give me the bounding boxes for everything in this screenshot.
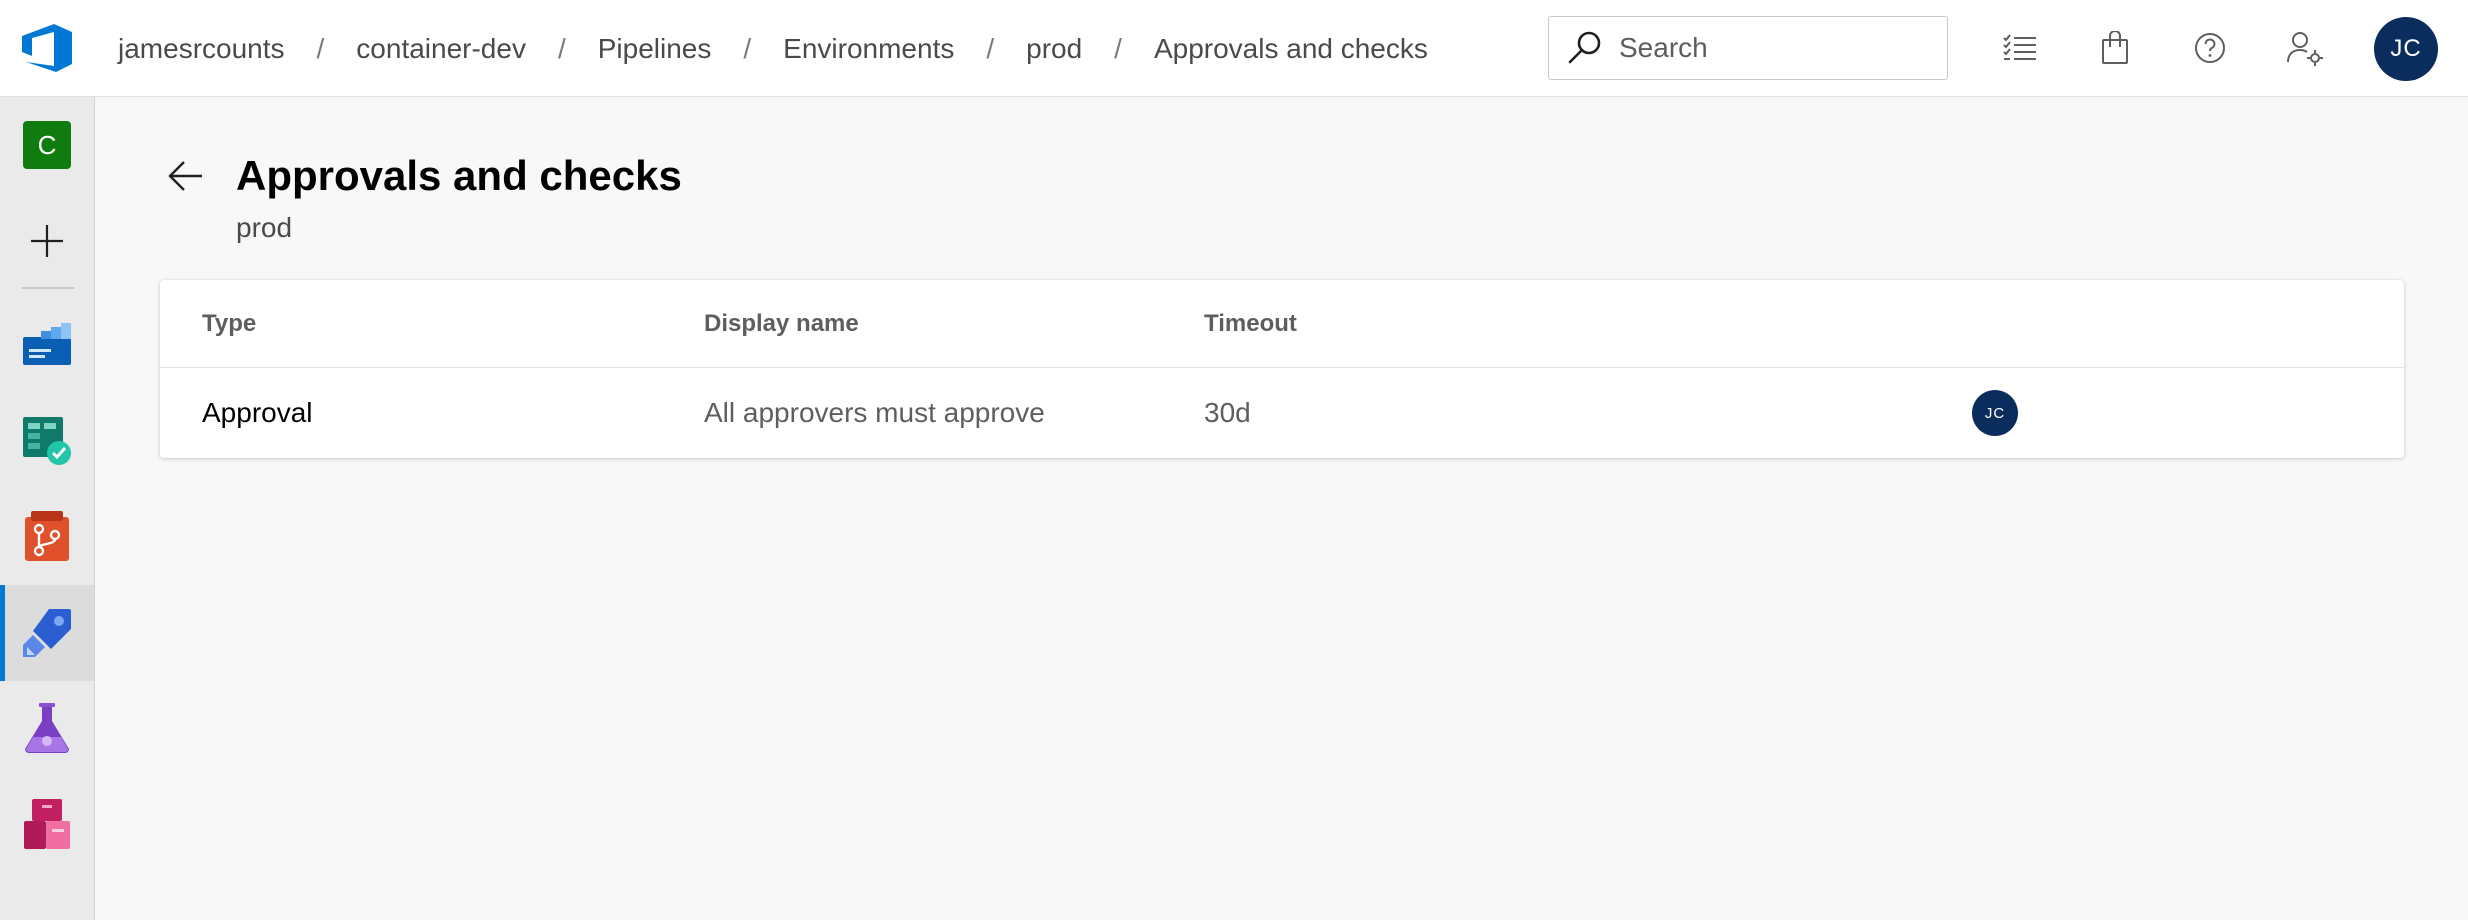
breadcrumb-separator: /: [986, 32, 995, 64]
repos-icon: [25, 511, 69, 561]
test-plans-icon: [25, 703, 69, 753]
user-settings-icon[interactable]: [2283, 26, 2327, 70]
breadcrumb-environment-prod[interactable]: prod: [1026, 33, 1082, 65]
sidebar-item-pipelines[interactable]: [0, 585, 94, 681]
page-title: Approvals and checks: [236, 152, 682, 199]
help-icon[interactable]: [2188, 26, 2232, 70]
back-arrow-icon[interactable]: [166, 156, 206, 196]
user-avatar[interactable]: JC: [2374, 17, 2438, 81]
search-input[interactable]: [1619, 32, 1919, 64]
breadcrumb-separator: /: [557, 32, 566, 64]
checks-table: Type Display name Timeout Approval All a…: [160, 280, 2404, 458]
azure-devops-logo-icon[interactable]: [20, 22, 74, 74]
table-header: Type Display name Timeout: [160, 280, 2404, 368]
column-header-timeout: Timeout: [1204, 310, 1297, 337]
top-bar: jamesrcounts / container-dev / Pipelines…: [0, 0, 2468, 97]
project-badge-icon: C: [23, 121, 71, 169]
sidebar-item-project[interactable]: C: [0, 97, 94, 193]
check-type: Approval: [202, 397, 313, 428]
check-timeout: 30d: [1204, 397, 1251, 428]
breadcrumb-separator: /: [316, 32, 325, 64]
search-icon: [1568, 31, 1601, 64]
breadcrumb-environments[interactable]: Environments: [783, 33, 954, 65]
column-header-display-name: Display name: [704, 310, 859, 337]
breadcrumb-pipelines[interactable]: Pipelines: [598, 33, 712, 65]
sidebar-item-overview[interactable]: [0, 297, 94, 393]
breadcrumb-current-page[interactable]: Approvals and checks: [1154, 33, 1428, 65]
sidebar-divider: [22, 287, 74, 289]
sidebar-item-repos[interactable]: [0, 489, 94, 585]
column-header-type: Type: [202, 310, 257, 337]
overview-icon: [23, 323, 71, 365]
artifacts-icon: [24, 799, 70, 849]
sidebar-item-artifacts[interactable]: [0, 777, 94, 873]
marketplace-bag-icon[interactable]: [2093, 26, 2137, 70]
breadcrumb: jamesrcounts / container-dev / Pipelines…: [118, 0, 1428, 97]
sidebar-item-test-plans[interactable]: [0, 681, 94, 777]
breadcrumb-organization[interactable]: jamesrcounts: [118, 33, 285, 65]
sidebar-item-boards[interactable]: [0, 393, 94, 489]
breadcrumb-separator: /: [743, 32, 752, 64]
sidebar-item-new[interactable]: [0, 193, 94, 289]
plus-icon: [31, 225, 63, 257]
breadcrumb-project[interactable]: container-dev: [356, 33, 526, 65]
page-subtitle: prod: [236, 212, 293, 243]
pipelines-icon: [23, 609, 71, 657]
work-items-icon[interactable]: [1998, 26, 2042, 70]
breadcrumb-separator: /: [1114, 32, 1122, 64]
left-navigation: C: [0, 97, 95, 920]
table-row[interactable]: Approval All approvers must approve 30d …: [160, 369, 2404, 458]
boards-icon: [23, 417, 71, 465]
check-display-name: All approvers must approve: [704, 397, 1045, 428]
approver-avatar: JC: [1972, 390, 2018, 436]
search-box[interactable]: [1548, 16, 1948, 80]
